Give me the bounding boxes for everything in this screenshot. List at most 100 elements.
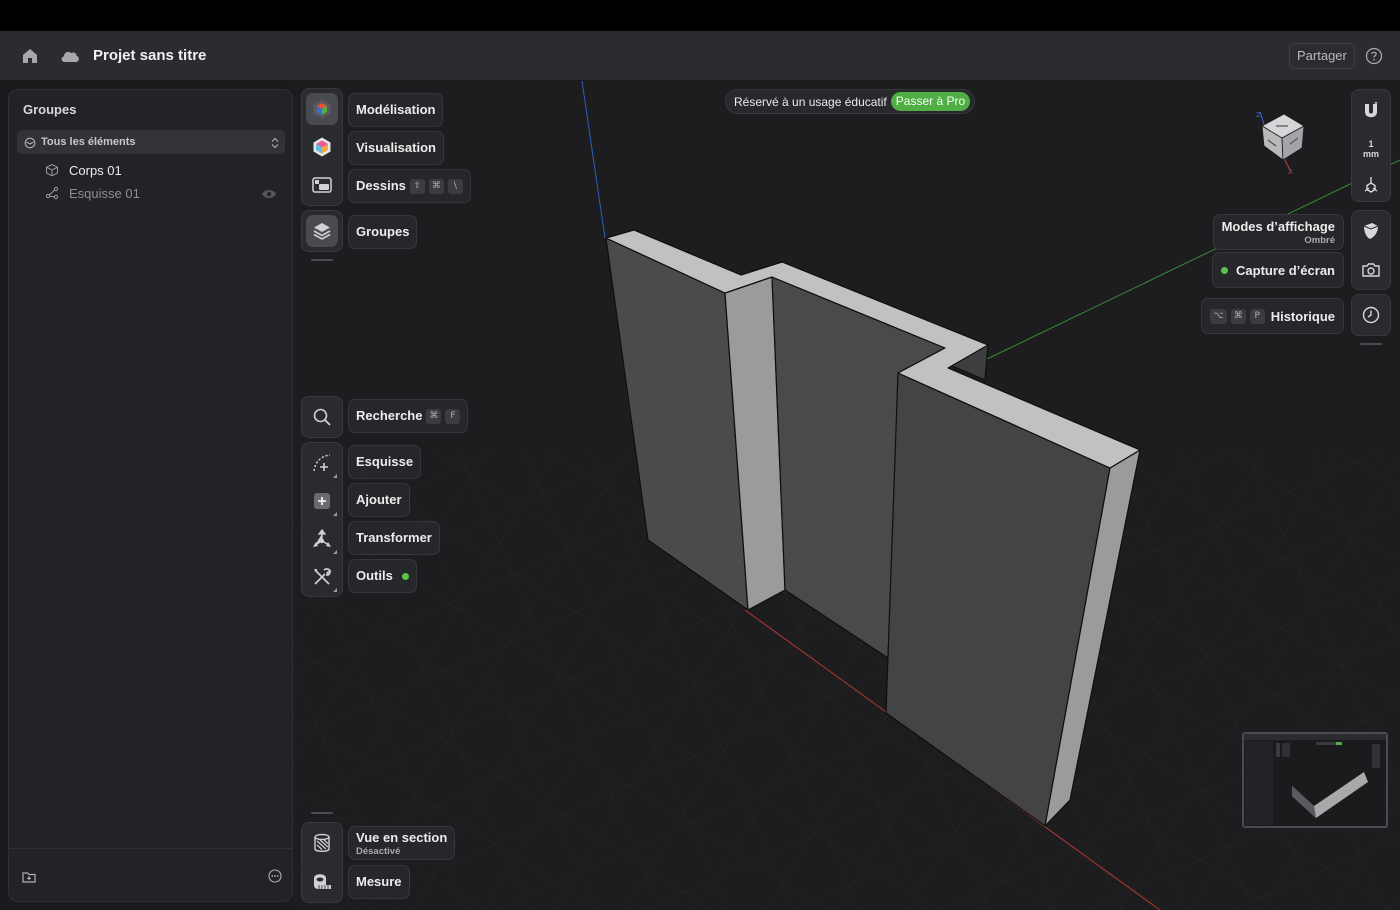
3d-viewport[interactable] <box>293 81 1400 910</box>
chevron-updown-icon <box>271 136 279 149</box>
modeling-tools-toolbar <box>301 442 343 597</box>
tree-item-label: Esquisse 01 <box>69 186 140 201</box>
shortcut-key: ⌥ <box>1210 308 1227 324</box>
add-icon <box>314 493 330 509</box>
magnet-icon <box>1365 101 1378 118</box>
toolbar-divider <box>1360 343 1382 345</box>
search-button[interactable] <box>306 401 338 433</box>
screenshot-label[interactable]: Capture d’écran <box>1212 252 1344 288</box>
measure-label[interactable]: Mesure <box>348 865 410 899</box>
cloud-icon[interactable] <box>59 46 81 66</box>
display-modes-text: Modes d’affichage <box>1221 218 1335 234</box>
screenshot-button[interactable] <box>1356 255 1386 285</box>
tools-label-text: Outils <box>356 568 393 583</box>
tree-item-body[interactable]: Corps 01 <box>45 160 285 180</box>
more-options-icon[interactable] <box>268 869 282 883</box>
upgrade-pro-button[interactable]: Passer à Pro <box>890 92 971 111</box>
screenshot-text: Capture d’écran <box>1236 262 1335 278</box>
display-modes-button[interactable] <box>1356 216 1386 246</box>
shortcut-key: ⇧ <box>409 178 425 194</box>
submenu-indicator <box>333 474 337 478</box>
visualization-workspace-button[interactable] <box>306 131 338 163</box>
body-cube-icon <box>45 163 59 177</box>
axes-cube-icon <box>1364 177 1378 193</box>
shortcut-key: ⌘ <box>426 408 442 424</box>
section-view-text: Vue en section <box>356 829 448 845</box>
status-dot <box>1221 266 1229 274</box>
shortcut-key: ⌘ <box>428 178 444 194</box>
education-banner: Réservé à un usage éducatif Passer à Pro <box>725 89 976 114</box>
shortcut-key: F <box>445 408 461 424</box>
minimap-thumbnail[interactable] <box>1242 732 1388 828</box>
add-tool-button[interactable] <box>306 485 338 517</box>
groups-toolbar <box>301 210 343 252</box>
right-toolbar: 1 mm <box>1351 89 1391 202</box>
panel-footer <box>9 848 292 901</box>
drawings-icon <box>312 177 332 193</box>
sketch-label[interactable]: Esquisse <box>348 445 422 479</box>
toolbar-divider <box>311 812 333 814</box>
tree-item-sketch[interactable]: Esquisse 01 <box>45 183 285 203</box>
history-label[interactable]: ⌥ ⌘ P Historique <box>1201 298 1344 334</box>
sketch-icon <box>45 186 59 200</box>
new-folder-icon[interactable] <box>21 869 37 885</box>
history-text: Historique <box>1270 308 1335 324</box>
view-cube[interactable]: Z X <box>1252 108 1316 176</box>
submenu-indicator <box>333 550 337 554</box>
search-label[interactable]: Recherche ⌘ F <box>348 399 469 433</box>
wrench-screwdriver-icon <box>314 568 331 585</box>
tape-measure-icon <box>314 874 331 889</box>
grid-unit-value[interactable]: 1 <box>1352 139 1390 149</box>
drawings-workspace-button[interactable] <box>306 169 338 201</box>
education-notice: Réservé à un usage éducatif <box>734 94 887 109</box>
analysis-toolbar <box>301 822 343 903</box>
measure-button[interactable] <box>306 865 338 897</box>
search-toolbar <box>301 396 343 438</box>
modeling-workspace-button[interactable] <box>306 93 338 125</box>
axes-button[interactable] <box>1356 170 1386 200</box>
project-title[interactable]: Projet sans titre <box>93 47 206 64</box>
section-view-state: Désactivé <box>356 845 401 857</box>
section-view-icon <box>314 833 330 852</box>
transform-tool-button[interactable] <box>306 523 338 555</box>
sketch-tool-button[interactable] <box>306 447 338 479</box>
history-button[interactable] <box>1356 300 1386 330</box>
drawings-label-text: Dessins <box>356 178 406 193</box>
modeling-label[interactable]: Modélisation <box>348 93 444 127</box>
shortcut-key: ⌘ <box>1230 308 1246 324</box>
display-modes-label[interactable]: Modes d’affichage Ombré <box>1212 214 1344 250</box>
drawings-label[interactable]: Dessins ⇧ ⌘ \ <box>348 169 471 203</box>
shortcut-key: \ <box>447 178 463 194</box>
clock-icon <box>1362 306 1380 324</box>
visualization-label[interactable]: Visualisation <box>348 131 444 165</box>
groups-label[interactable]: Groupes <box>348 215 418 249</box>
visibility-eye-icon[interactable] <box>261 187 277 199</box>
camera-icon <box>1362 263 1380 277</box>
section-view-button[interactable] <box>306 827 338 859</box>
transform-label[interactable]: Transformer <box>348 521 440 555</box>
minimap-preview <box>1244 734 1386 826</box>
element-filter-select[interactable]: Tous les éléments <box>17 130 285 154</box>
display-toolbar <box>1351 210 1391 290</box>
tools-label[interactable]: Outils <box>348 559 417 593</box>
shortcut-key: P <box>1249 308 1265 324</box>
help-icon[interactable] <box>1365 47 1383 65</box>
grid-unit[interactable]: mm <box>1352 149 1390 159</box>
submenu-indicator <box>333 512 337 516</box>
snap-magnet-button[interactable] <box>1356 96 1386 126</box>
search-icon <box>313 408 331 426</box>
filter-label: Tous les éléments <box>41 136 136 148</box>
share-button[interactable]: Partager <box>1289 43 1355 69</box>
svg-text:Z: Z <box>1256 111 1261 119</box>
window-top-bar <box>0 0 1400 31</box>
shaded-cube-icon <box>1363 223 1379 239</box>
toolbar-divider <box>311 259 333 261</box>
tree-item-label: Corps 01 <box>69 163 122 178</box>
add-label[interactable]: Ajouter <box>348 483 410 517</box>
section-view-label[interactable]: Vue en section Désactivé <box>348 826 456 860</box>
home-icon[interactable] <box>20 46 40 66</box>
tools-button[interactable] <box>306 561 338 593</box>
transform-icon <box>313 528 331 547</box>
groups-panel-button[interactable] <box>306 215 338 247</box>
display-mode-value: Ombré <box>1304 234 1335 246</box>
